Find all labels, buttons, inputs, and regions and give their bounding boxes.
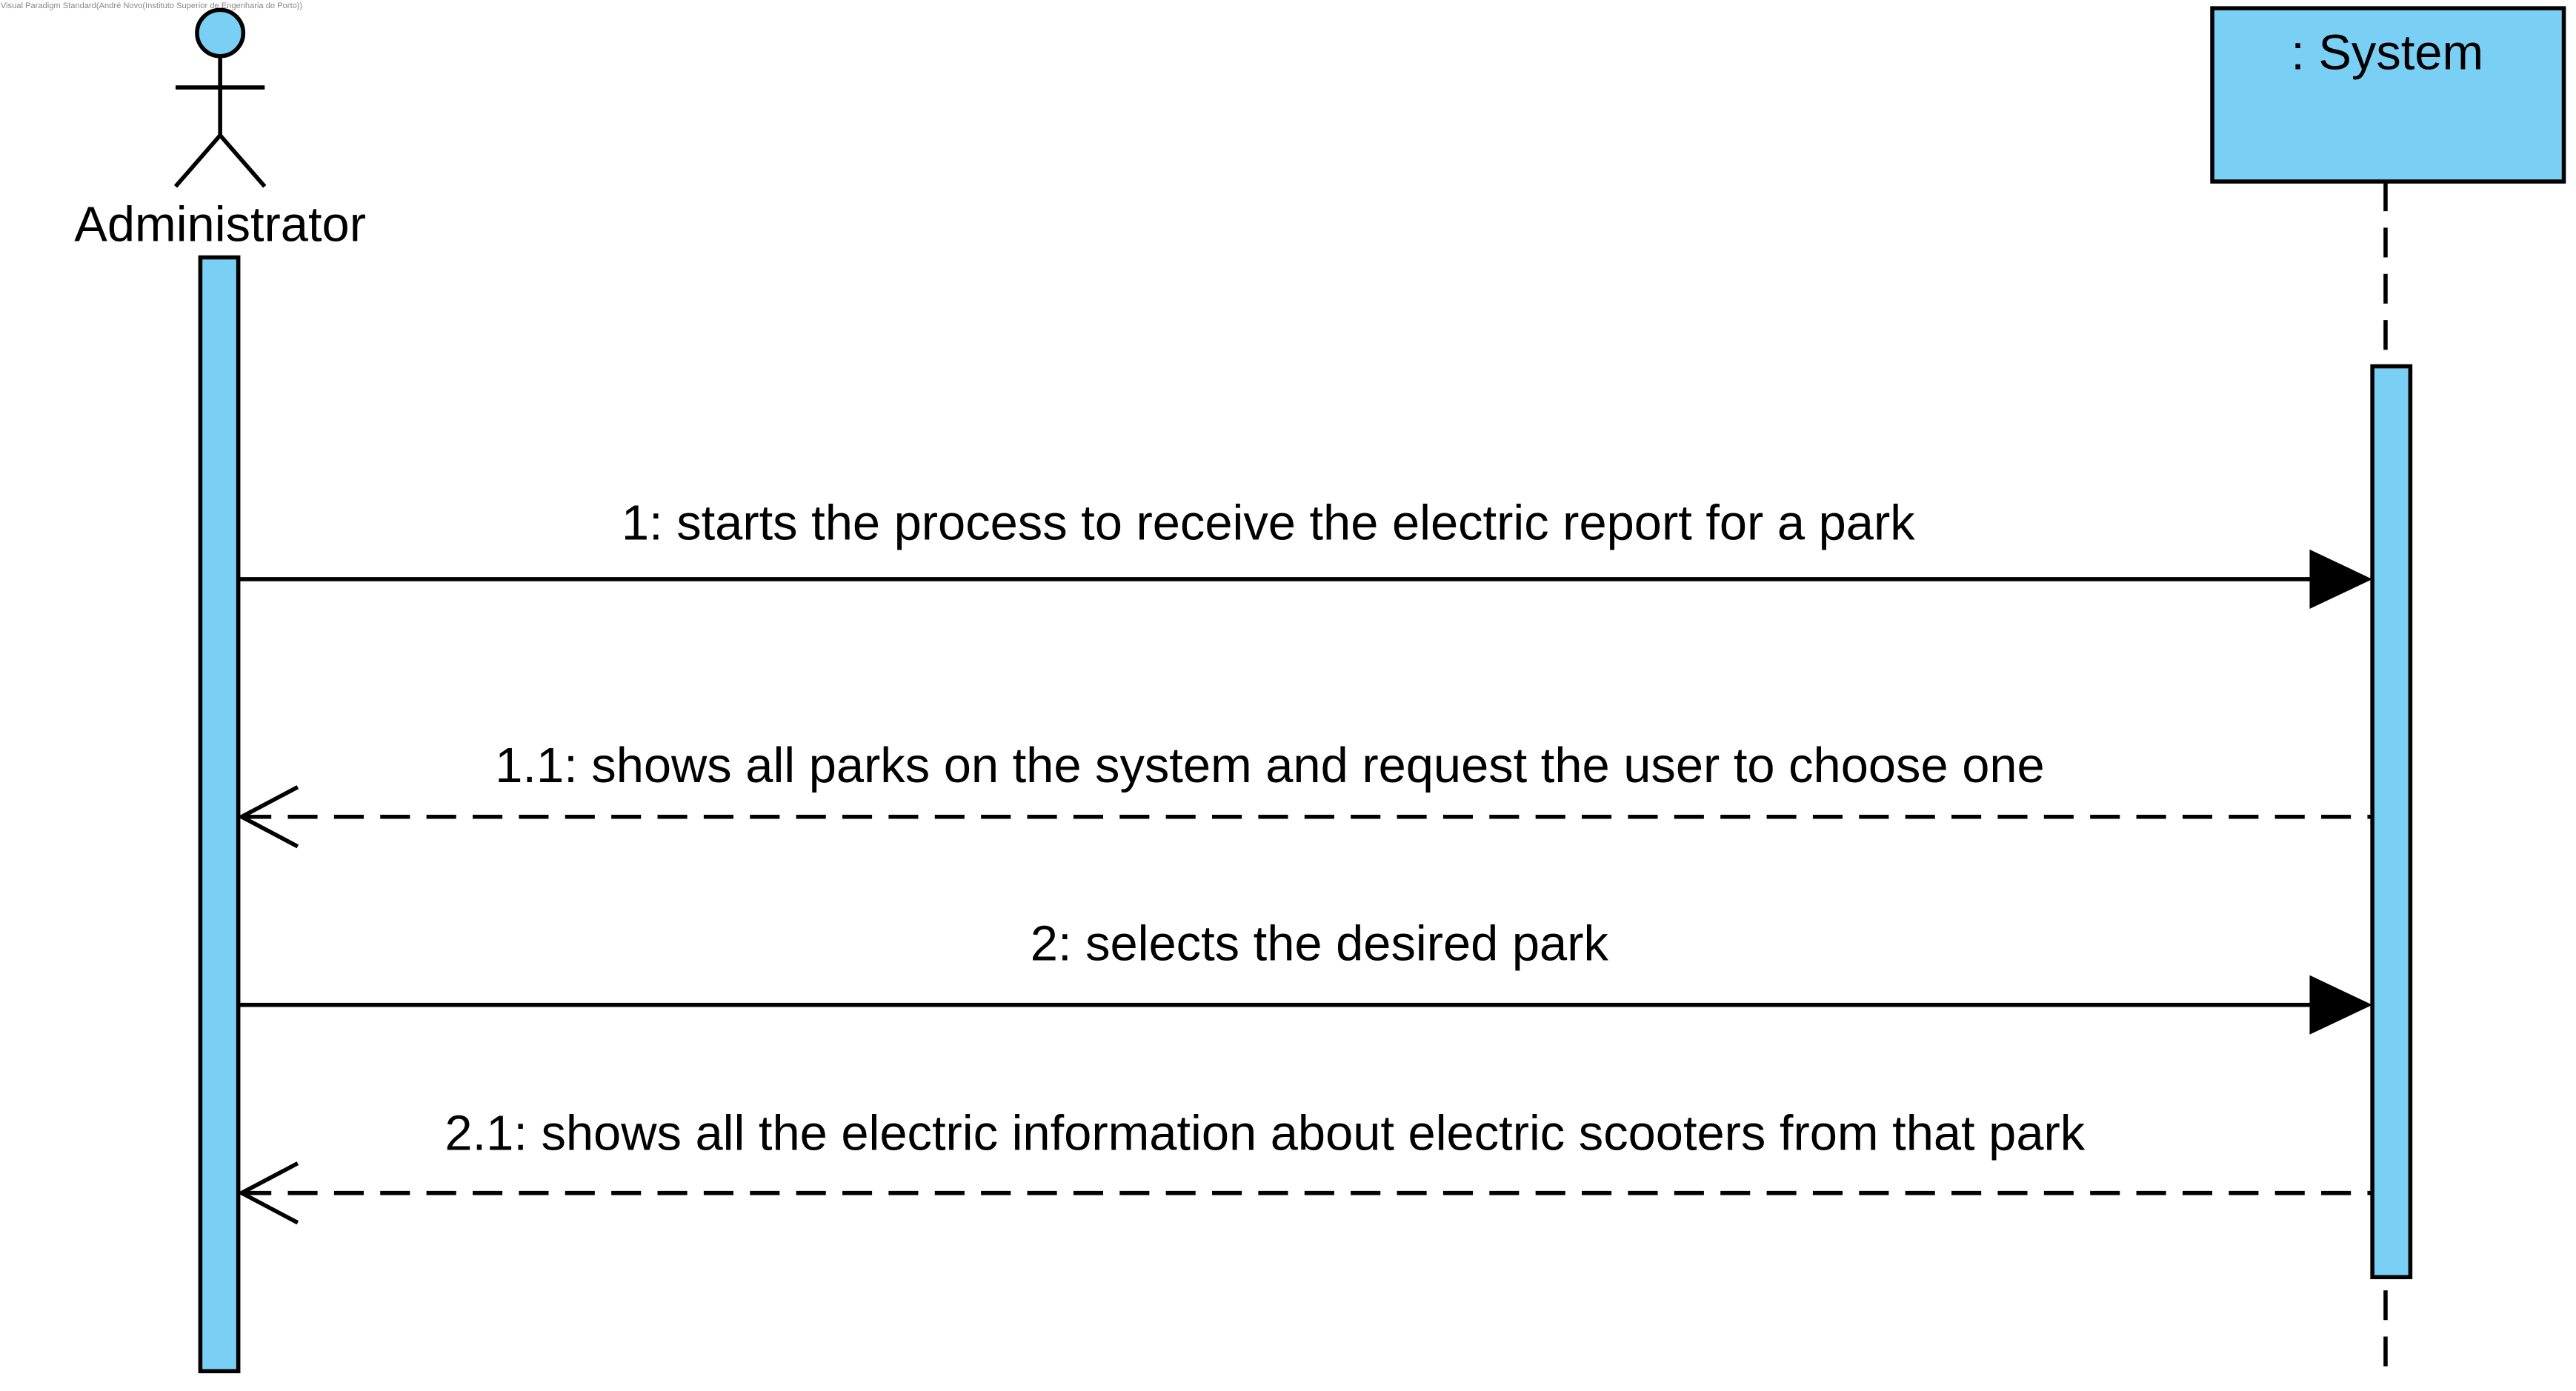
administrator-activation-bar: [198, 255, 241, 1374]
filled-arrowhead-icon: [2309, 975, 2373, 1035]
actor-label: Administrator: [74, 197, 366, 252]
stick-figure-icon: [173, 7, 267, 188]
message-1[interactable]: 1: starts the process to receive the ele…: [238, 496, 2373, 610]
message-label: 1.1: shows all parks on the system and r…: [495, 738, 2044, 793]
system-activation-bar: [2370, 364, 2413, 1280]
actor-administrator[interactable]: [173, 7, 267, 188]
message-label: 2.1: shows all the electric information …: [445, 1107, 2085, 1161]
message-2[interactable]: 2: selects the desired park: [238, 917, 2373, 1035]
watermark: Visual Paradigm Standard(André Novo(Inst…: [1, 1, 303, 10]
message-label: 1: starts the process to receive the ele…: [622, 496, 1915, 550]
sequence-diagram: Visual Paradigm Standard(André Novo(Inst…: [1, 1, 2566, 1374]
filled-arrowhead-icon: [2309, 549, 2373, 610]
message-label: 2: selects the desired park: [1031, 917, 1609, 972]
message-1-1[interactable]: 1.1: shows all parks on the system and r…: [237, 738, 2373, 849]
message-2-1[interactable]: 2.1: shows all the electric information …: [237, 1107, 2373, 1225]
system-label: : System: [2291, 26, 2483, 81]
